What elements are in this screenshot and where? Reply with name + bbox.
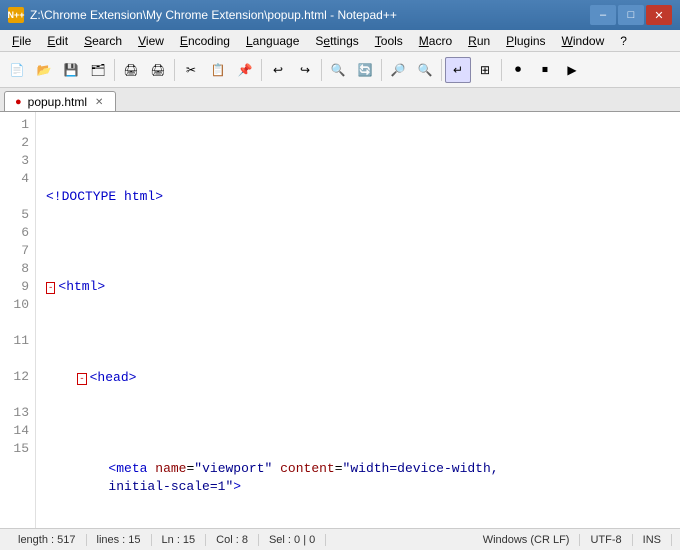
status-eol: Windows (CR LF): [473, 534, 581, 546]
ln-15: 15: [10, 440, 29, 458]
ln-12: 12: [10, 368, 29, 404]
status-sel: Sel : 0 | 0: [259, 534, 326, 546]
toolbar-sep-1: [114, 59, 115, 81]
ln-3: 3: [10, 152, 29, 170]
tab-label: popup.html: [28, 95, 87, 109]
code-lines[interactable]: <!DOCTYPE html> -<html> -<head> <meta na…: [36, 112, 680, 528]
toolbar-open[interactable]: 📂: [31, 57, 57, 83]
close-button[interactable]: ✕: [646, 5, 672, 25]
menu-window[interactable]: Window: [554, 32, 613, 50]
menu-settings[interactable]: Settings: [307, 32, 366, 50]
minimize-button[interactable]: –: [590, 5, 616, 25]
app-icon: N++: [8, 7, 24, 23]
toolbar-new[interactable]: 📄: [4, 57, 30, 83]
toolbar-sep-6: [441, 59, 442, 81]
ln-14: 14: [10, 422, 29, 440]
toolbar-macro-play[interactable]: ▶: [559, 57, 585, 83]
title-bar: N++ Z:\Chrome Extension\My Chrome Extens…: [0, 0, 680, 30]
status-bar: length : 517 lines : 15 Ln : 15 Col : 8 …: [0, 528, 680, 550]
editor-area: 1 2 3 4 5 6 7 8 9 10 11 12 13 14 15 <!DO…: [0, 112, 680, 528]
toolbar-wordwrap[interactable]: ↵: [445, 57, 471, 83]
ln-1: 1: [10, 116, 29, 134]
ln-2: 2: [10, 134, 29, 152]
status-col: Col : 8: [206, 534, 259, 546]
toolbar-sep-3: [261, 59, 262, 81]
toolbar-redo[interactable]: ↪: [292, 57, 318, 83]
toolbar-copy[interactable]: 📋: [205, 57, 231, 83]
toolbar-replace[interactable]: 🔄: [352, 57, 378, 83]
toolbar-zoomin[interactable]: 🔎: [385, 57, 411, 83]
ln-4: 4: [10, 170, 29, 206]
menu-language[interactable]: Language: [238, 32, 307, 50]
menu-help[interactable]: ?: [612, 32, 635, 50]
toolbar-macro-rec[interactable]: ⏺: [505, 57, 531, 83]
toolbar-indent[interactable]: ⊞: [472, 57, 498, 83]
menu-bar: File Edit Search View Encoding Language …: [0, 30, 680, 52]
toolbar-print[interactable]: 🖨: [118, 57, 144, 83]
toolbar-saveall[interactable]: 🗂: [85, 57, 111, 83]
ln-10: 10: [10, 296, 29, 332]
status-lines: lines : 15: [87, 534, 152, 546]
code-line-3: -<head>: [42, 369, 680, 388]
toolbar-sep-7: [501, 59, 502, 81]
menu-macro[interactable]: Macro: [411, 32, 460, 50]
ln-7: 7: [10, 242, 29, 260]
toolbar-save[interactable]: 💾: [58, 57, 84, 83]
toolbar: 📄 📂 💾 🗂 🖨 🖨 ✂ 📋 📌 ↩ ↪ 🔍 🔄 🔎 🔍 ↵ ⊞ ⏺ ⏹ ▶: [0, 52, 680, 88]
toolbar-cut[interactable]: ✂: [178, 57, 204, 83]
menu-file[interactable]: File: [4, 32, 39, 50]
tab-close-button[interactable]: ✕: [93, 97, 105, 108]
status-ln: Ln : 15: [152, 534, 207, 546]
ln-8: 8: [10, 260, 29, 278]
code-line-4: <meta name="viewport" content="width=dev…: [42, 460, 680, 496]
line-numbers: 1 2 3 4 5 6 7 8 9 10 11 12 13 14 15: [0, 112, 36, 528]
ln-6: 6: [10, 224, 29, 242]
ln-5: 5: [10, 206, 29, 224]
window-title: Z:\Chrome Extension\My Chrome Extension\…: [30, 8, 397, 22]
toolbar-undo[interactable]: ↩: [265, 57, 291, 83]
toolbar-sep-2: [174, 59, 175, 81]
menu-run[interactable]: Run: [460, 32, 498, 50]
code-line-1: <!DOCTYPE html>: [42, 188, 680, 206]
maximize-button[interactable]: □: [618, 5, 644, 25]
toolbar-paste[interactable]: 📌: [232, 57, 258, 83]
ln-13: 13: [10, 404, 29, 422]
toolbar-find[interactable]: 🔍: [325, 57, 351, 83]
title-bar-controls[interactable]: – □ ✕: [590, 5, 672, 25]
tab-bar: ● popup.html ✕: [0, 88, 680, 112]
toolbar-sep-5: [381, 59, 382, 81]
tab-icon: ●: [15, 96, 22, 108]
ln-11: 11: [10, 332, 29, 368]
toolbar-sep-4: [321, 59, 322, 81]
status-encoding: UTF-8: [580, 534, 632, 546]
ln-9: 9: [10, 278, 29, 296]
fold-marker-2[interactable]: -: [46, 282, 55, 294]
menu-edit[interactable]: Edit: [39, 32, 76, 50]
status-length: length : 517: [8, 534, 87, 546]
toolbar-macro-stop[interactable]: ⏹: [532, 57, 558, 83]
code-editor[interactable]: 1 2 3 4 5 6 7 8 9 10 11 12 13 14 15 <!DO…: [0, 112, 680, 528]
menu-tools[interactable]: Tools: [367, 32, 411, 50]
menu-view[interactable]: View: [130, 32, 172, 50]
code-line-2: -<html>: [42, 278, 680, 297]
toolbar-zoomout[interactable]: 🔍: [412, 57, 438, 83]
tab-popup-html[interactable]: ● popup.html ✕: [4, 91, 116, 111]
menu-search[interactable]: Search: [76, 32, 130, 50]
toolbar-printprev[interactable]: 🖨: [145, 57, 171, 83]
title-bar-left: N++ Z:\Chrome Extension\My Chrome Extens…: [8, 7, 397, 23]
menu-encoding[interactable]: Encoding: [172, 32, 238, 50]
menu-plugins[interactable]: Plugins: [498, 32, 553, 50]
fold-marker-3[interactable]: -: [77, 373, 86, 385]
status-ins: INS: [633, 534, 672, 546]
